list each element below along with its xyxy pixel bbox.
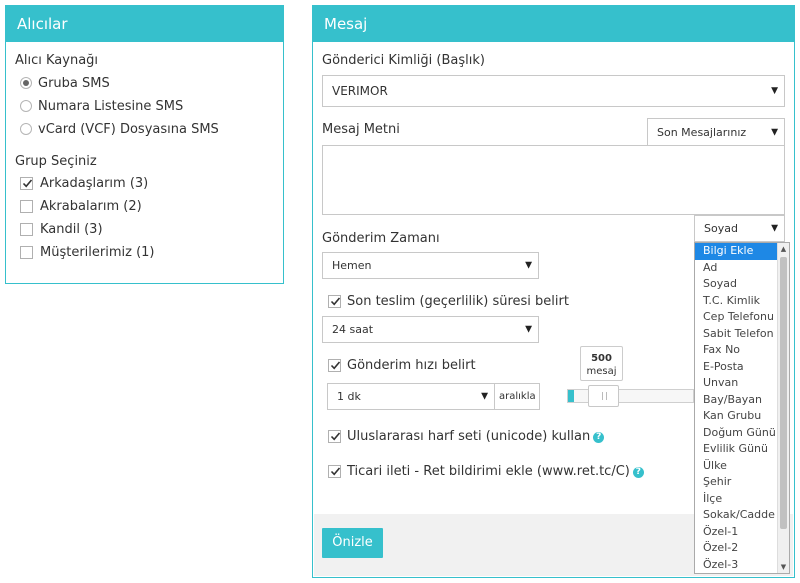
- speed-interval-select[interactable]: 1 dk ▼: [327, 383, 495, 410]
- group-label-customers[interactable]: Müşterilerimiz (1): [40, 245, 155, 260]
- recipients-panel: Alıcılar Alıcı Kaynağı Gruba SMS Numara …: [5, 5, 284, 284]
- help-icon[interactable]: ?: [593, 432, 605, 443]
- field-option[interactable]: Fax No: [695, 342, 777, 359]
- check-icon: [330, 467, 341, 476]
- field-option[interactable]: Doğum Günü: [695, 425, 777, 442]
- group-checkbox-kandil[interactable]: [20, 223, 33, 236]
- validity-value: 24 saat: [332, 323, 374, 336]
- unicode-checkbox[interactable]: [328, 430, 341, 443]
- field-insert-value: Soyad: [704, 222, 738, 235]
- recent-messages-value: Son Mesajlarınız: [657, 126, 747, 139]
- radio-group-sms-label[interactable]: Gruba SMS: [38, 76, 110, 91]
- check-icon: [330, 432, 341, 441]
- scroll-up-icon[interactable]: ▲: [778, 243, 789, 255]
- field-insert-select[interactable]: Soyad ▼: [694, 215, 785, 242]
- group-label-friends[interactable]: Arkadaşlarım (3): [40, 176, 148, 191]
- field-option[interactable]: Sokak/Cadde: [695, 507, 777, 524]
- chevron-down-icon: ▼: [525, 324, 532, 334]
- field-option[interactable]: Bilgi Ekle: [695, 243, 777, 260]
- field-option[interactable]: Evlilik Günü: [695, 441, 777, 458]
- dropdown-scrollbar[interactable]: ▲ ▼: [777, 243, 789, 573]
- speed-slider-handle[interactable]: [588, 385, 619, 407]
- field-option[interactable]: Soyad: [695, 276, 777, 293]
- field-option[interactable]: Ad: [695, 260, 777, 277]
- ret-checkbox-text[interactable]: Ticari ileti - Ret bildirimi ekle (www.r…: [347, 464, 630, 479]
- field-option[interactable]: Bay/Bayan: [695, 392, 777, 409]
- unicode-checkbox-label[interactable]: Uluslararası harf seti (unicode) kullan?: [347, 429, 605, 444]
- scrollbar-thumb[interactable]: [780, 257, 787, 529]
- speed-checkbox[interactable]: [328, 359, 341, 372]
- speed-interval-value: 1 dk: [337, 390, 361, 403]
- scroll-down-icon[interactable]: ▼: [778, 561, 789, 573]
- sender-id-label: Gönderici Kimliği (Başlık): [322, 53, 485, 68]
- validity-checkbox[interactable]: [328, 295, 341, 308]
- group-select-label: Grup Seçiniz: [15, 154, 97, 169]
- unicode-checkbox-text[interactable]: Uluslararası harf seti (unicode) kullan: [347, 429, 590, 444]
- field-option[interactable]: Özel-1: [695, 524, 777, 541]
- message-text-label: Mesaj Metni: [322, 122, 400, 137]
- chevron-down-icon: ▼: [481, 391, 488, 401]
- group-label-kandil[interactable]: Kandil (3): [40, 222, 103, 237]
- ret-checkbox-label[interactable]: Ticari ileti - Ret bildirimi ekle (www.r…: [347, 464, 644, 479]
- speed-tooltip: 500 mesaj: [580, 346, 623, 381]
- radio-vcard[interactable]: [20, 123, 32, 135]
- send-time-value: Hemen: [332, 259, 372, 272]
- recipient-source-label: Alıcı Kaynağı: [15, 53, 99, 68]
- radio-number-list-label[interactable]: Numara Listesine SMS: [38, 99, 183, 114]
- help-icon[interactable]: ?: [632, 467, 644, 478]
- send-time-select[interactable]: Hemen ▼: [322, 252, 539, 279]
- check-icon: [330, 361, 341, 370]
- preview-button[interactable]: Önizle: [322, 528, 383, 558]
- speed-interval-suffix-text: aralıkla: [499, 391, 536, 402]
- message-textarea[interactable]: [322, 145, 785, 215]
- group-label-relatives[interactable]: Akrabalarım (2): [40, 199, 142, 214]
- group-checkbox-customers[interactable]: [20, 246, 33, 259]
- field-option[interactable]: E-Posta: [695, 359, 777, 376]
- field-option[interactable]: Kan Grubu: [695, 408, 777, 425]
- field-option[interactable]: Şehir: [695, 474, 777, 491]
- chevron-down-icon: ▼: [771, 86, 778, 96]
- message-title: Mesaj: [313, 6, 794, 42]
- check-icon: [22, 179, 33, 188]
- recipients-title: Alıcılar: [6, 6, 283, 42]
- radio-number-list[interactable]: [20, 100, 32, 112]
- sender-id-value: VERIMOR: [332, 84, 388, 98]
- field-options: Bilgi Ekle Ad Soyad T.C. Kimlik Cep Tele…: [695, 243, 777, 573]
- speed-tooltip-unit: mesaj: [586, 366, 617, 377]
- field-option[interactable]: İlçe: [695, 491, 777, 508]
- speed-interval-suffix: aralıkla: [495, 383, 540, 410]
- radio-vcard-label[interactable]: vCard (VCF) Dosyasına SMS: [38, 122, 219, 137]
- group-checkbox-friends[interactable]: [20, 177, 33, 190]
- radio-group-sms[interactable]: [20, 77, 32, 89]
- field-option[interactable]: Özel-3: [695, 557, 777, 574]
- validity-select[interactable]: 24 saat ▼: [322, 316, 539, 343]
- field-option[interactable]: Unvan: [695, 375, 777, 392]
- chevron-down-icon: ▼: [525, 260, 532, 270]
- sender-id-select[interactable]: VERIMOR ▼: [322, 75, 785, 107]
- field-option[interactable]: Cep Telefonu: [695, 309, 777, 326]
- recent-messages-select[interactable]: Son Mesajlarınız ▼: [647, 118, 785, 147]
- field-option[interactable]: Sabit Telefon: [695, 326, 777, 343]
- field-option[interactable]: Özel-2: [695, 540, 777, 557]
- field-insert-dropdown[interactable]: Bilgi Ekle Ad Soyad T.C. Kimlik Cep Tele…: [694, 242, 790, 574]
- speed-checkbox-label[interactable]: Gönderim hızı belirt: [347, 358, 476, 373]
- speed-slider[interactable]: [567, 385, 694, 407]
- chevron-down-icon: ▼: [771, 127, 778, 137]
- check-icon: [330, 297, 341, 306]
- speed-tooltip-value: 500: [591, 353, 612, 364]
- field-option[interactable]: Ülke: [695, 458, 777, 475]
- send-time-label: Gönderim Zamanı: [322, 231, 440, 246]
- validity-checkbox-label[interactable]: Son teslim (geçerlilik) süresi belirt: [347, 294, 569, 309]
- field-option[interactable]: T.C. Kimlik: [695, 293, 777, 310]
- ret-checkbox[interactable]: [328, 465, 341, 478]
- speed-slider-fill: [568, 390, 574, 402]
- chevron-down-icon: ▼: [771, 223, 778, 233]
- group-checkbox-relatives[interactable]: [20, 200, 33, 213]
